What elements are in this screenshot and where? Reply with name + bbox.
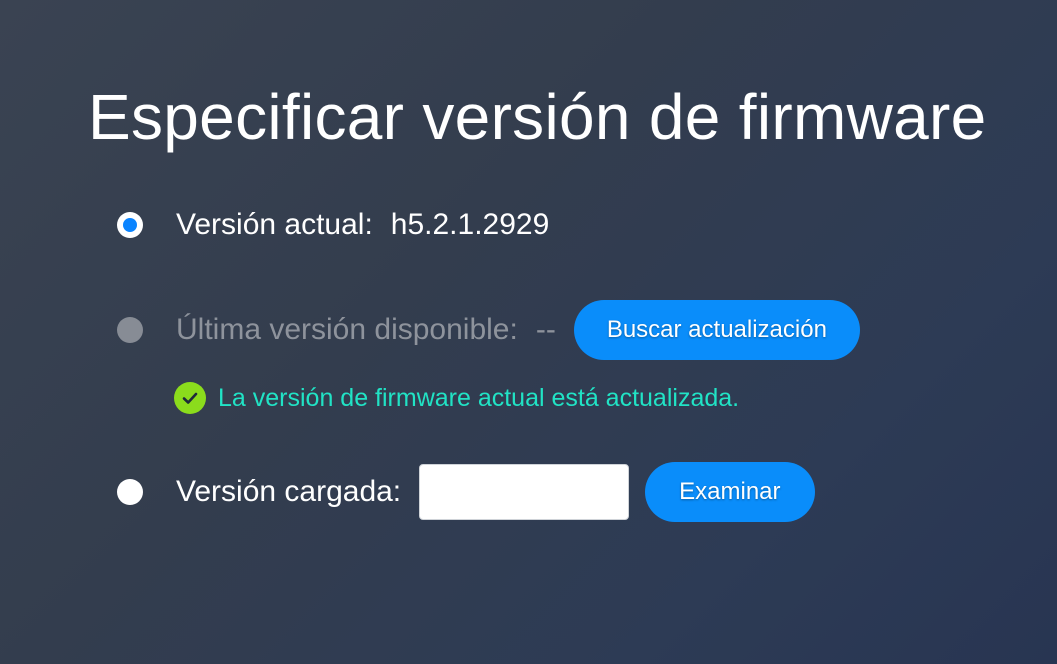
current-version-value: h5.2.1.2929 xyxy=(390,208,550,241)
latest-version-label: Última versión disponible: xyxy=(176,313,518,346)
option-uploaded-version: Versión cargada: Examinar xyxy=(117,462,815,522)
page-title: Especificar versión de firmware xyxy=(88,81,987,153)
uploaded-version-label: Versión cargada: xyxy=(176,475,402,508)
option-current-version: Versión actual: h5.2.1.2929 xyxy=(117,208,549,242)
latest-version-value: -- xyxy=(535,313,556,346)
radio-selected-dot xyxy=(123,218,137,232)
check-circle-icon xyxy=(174,382,206,414)
current-version-label: Versión actual: xyxy=(176,208,373,241)
check-update-button[interactable]: Buscar actualización xyxy=(573,300,860,360)
uploaded-version-radio[interactable] xyxy=(117,479,143,505)
latest-version-radio xyxy=(117,317,143,343)
status-text: La versión de firmware actual está actua… xyxy=(218,383,740,412)
uploaded-file-input[interactable] xyxy=(419,464,630,520)
status-message: La versión de firmware actual está actua… xyxy=(174,382,739,414)
option-latest-version: Última versión disponible: -- Buscar act… xyxy=(117,300,860,360)
browse-button[interactable]: Examinar xyxy=(645,462,815,522)
current-version-radio[interactable] xyxy=(117,212,143,238)
